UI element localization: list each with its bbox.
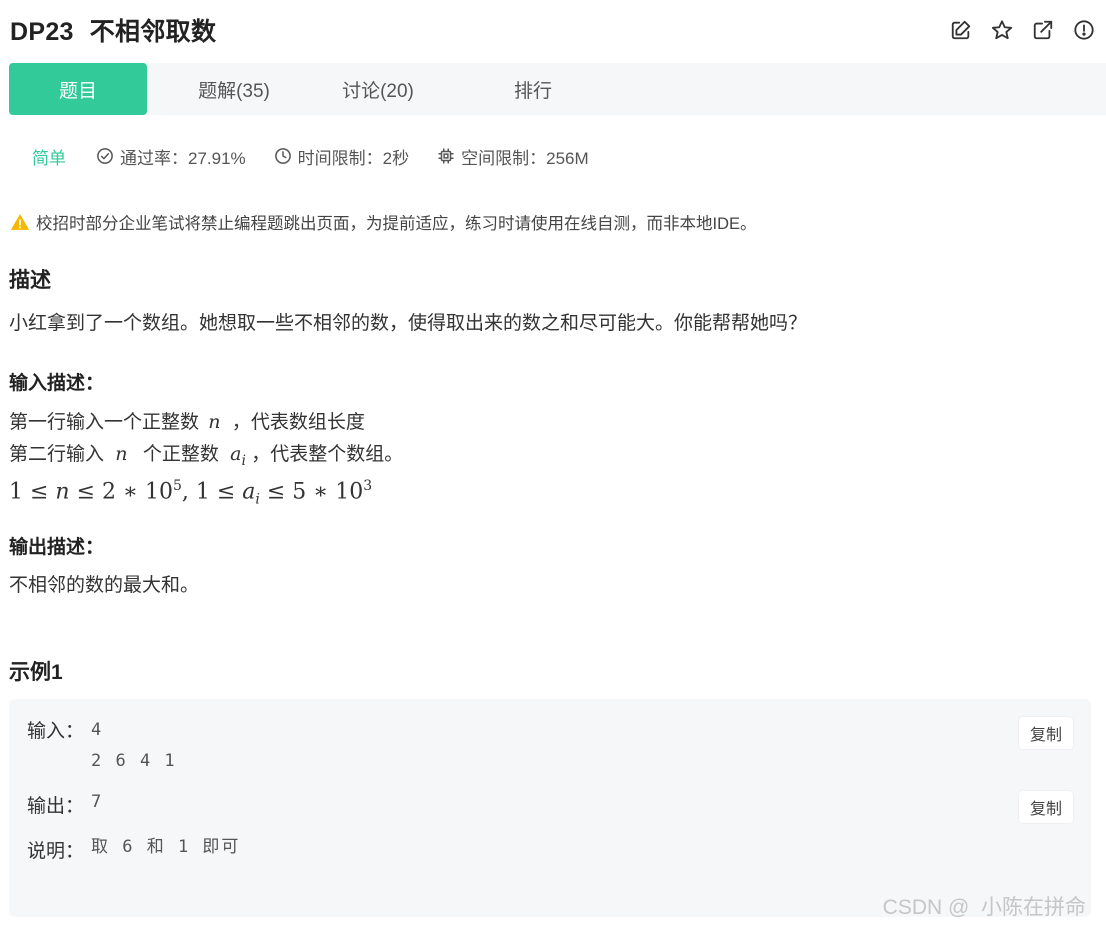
report-icon[interactable]: [1071, 18, 1096, 43]
tab-discussion[interactable]: 讨论(20): [303, 63, 453, 115]
constraint-var-a: a: [242, 479, 256, 505]
ide-notice: 校招时部分企业笔试将禁止编程题跳出页面，为提前适应，练习时请使用在线自测，而非本…: [10, 210, 757, 234]
example-input-value[interactable]: 4 2 6 4 1: [91, 715, 177, 777]
description-text: 小红拿到了一个数组。她想取一些不相邻的数，使得取出来的数之和尽可能大。你能帮帮她…: [9, 313, 808, 334]
chip-icon: [438, 148, 454, 164]
problem-meta: 简单 通过率：27.91% 时间限制：2秒 空间限制：256M: [32, 143, 617, 169]
problem-name: 不相邻取数: [89, 18, 217, 46]
edit-icon[interactable]: [948, 18, 973, 43]
example-input-label: 输入：: [27, 721, 85, 742]
input-desc-line1: 第一行输入一个正整数 n ，代表数组长度: [9, 406, 365, 439]
constraint-part: ≤ 5 ∗ 10: [259, 479, 364, 505]
example-output-label: 输出：: [27, 796, 85, 817]
constraint-part: ≤ 2 ∗ 10: [69, 479, 173, 505]
problem-code: DP23: [10, 18, 74, 46]
pass-rate-text: 通过率：27.91%: [120, 148, 246, 168]
var-a: a: [230, 443, 242, 465]
input-desc-line2-post: ，代表整个数组。: [251, 444, 404, 465]
check-circle-icon: [97, 148, 113, 164]
description-heading: 描述: [9, 269, 51, 292]
input-desc-heading: 输入描述：: [9, 373, 105, 394]
input-desc-line1-post: ，代表数组长度: [231, 412, 365, 433]
tab-solutions[interactable]: 题解(35): [165, 63, 303, 115]
clock-icon: [274, 148, 291, 164]
warning-icon: [10, 214, 30, 230]
input-desc-line2-pre: 第二行输入: [9, 444, 105, 465]
constraint-part: , 1 ≤: [181, 479, 243, 505]
var-n: n: [115, 443, 128, 465]
page-title: DP23 不相邻取数: [10, 12, 216, 48]
constraint-exponent: 5: [172, 478, 182, 494]
problem-tabs: 题目 题解(35) 讨论(20) 排行: [9, 63, 1106, 115]
copy-input-button[interactable]: 复制: [1019, 717, 1073, 749]
watermark: CSDN @ 小陈在拼命: [882, 896, 1086, 919]
example-output-value[interactable]: 7: [91, 787, 103, 818]
tab-ranking[interactable]: 排行: [453, 63, 613, 115]
input-desc-line2-mid: 个正整数: [142, 444, 219, 465]
constraint-part: 1 ≤: [9, 479, 56, 505]
copy-output-button[interactable]: 复制: [1019, 791, 1073, 823]
time-limit: 时间限制：2秒: [274, 144, 409, 169]
var-a-subscript: i: [241, 452, 246, 469]
input-desc-line1-pre: 第一行输入一个正整数: [9, 412, 200, 433]
external-link-icon[interactable]: [1030, 18, 1055, 43]
constraint-var-n: n: [55, 479, 70, 505]
example-explain-label: 说明：: [27, 841, 85, 862]
example-output-row: 输出： 7: [27, 791, 103, 818]
example-box: 输入： 4 2 6 4 1 复制 输出： 7 复制 说明： 取 6 和 1 即可: [9, 699, 1091, 917]
input-constraint: 1 ≤ n ≤ 2 ∗ 105, 1 ≤ ai ≤ 5 ∗ 103: [9, 470, 372, 516]
example-heading: 示例1: [9, 661, 63, 684]
var-n: n: [208, 411, 221, 433]
problem-header: DP23 不相邻取数: [10, 12, 1096, 48]
example-input-row: 输入： 4 2 6 4 1: [27, 716, 177, 777]
example-explain-value: 取 6 和 1 即可: [91, 837, 241, 857]
space-limit-text: 空间限制：256M: [461, 148, 589, 168]
example-explain-row: 说明： 取 6 和 1 即可: [27, 836, 240, 863]
header-actions: [948, 18, 1096, 43]
space-limit: 空间限制：256M: [437, 144, 589, 169]
output-desc-text: 不相邻的数的最大和。: [9, 575, 200, 596]
output-desc-heading: 输出描述：: [9, 537, 105, 558]
star-icon[interactable]: [989, 18, 1014, 43]
difficulty-badge: 简单: [32, 148, 66, 168]
notice-text: 校招时部分企业笔试将禁止编程题跳出页面，为提前适应，练习时请使用在线自测，而非本…: [36, 215, 757, 233]
pass-rate: 通过率：27.91%: [96, 144, 246, 169]
constraint-exponent: 3: [363, 478, 373, 494]
time-limit-text: 时间限制：2秒: [297, 148, 410, 168]
tab-problem[interactable]: 题目: [9, 63, 147, 115]
